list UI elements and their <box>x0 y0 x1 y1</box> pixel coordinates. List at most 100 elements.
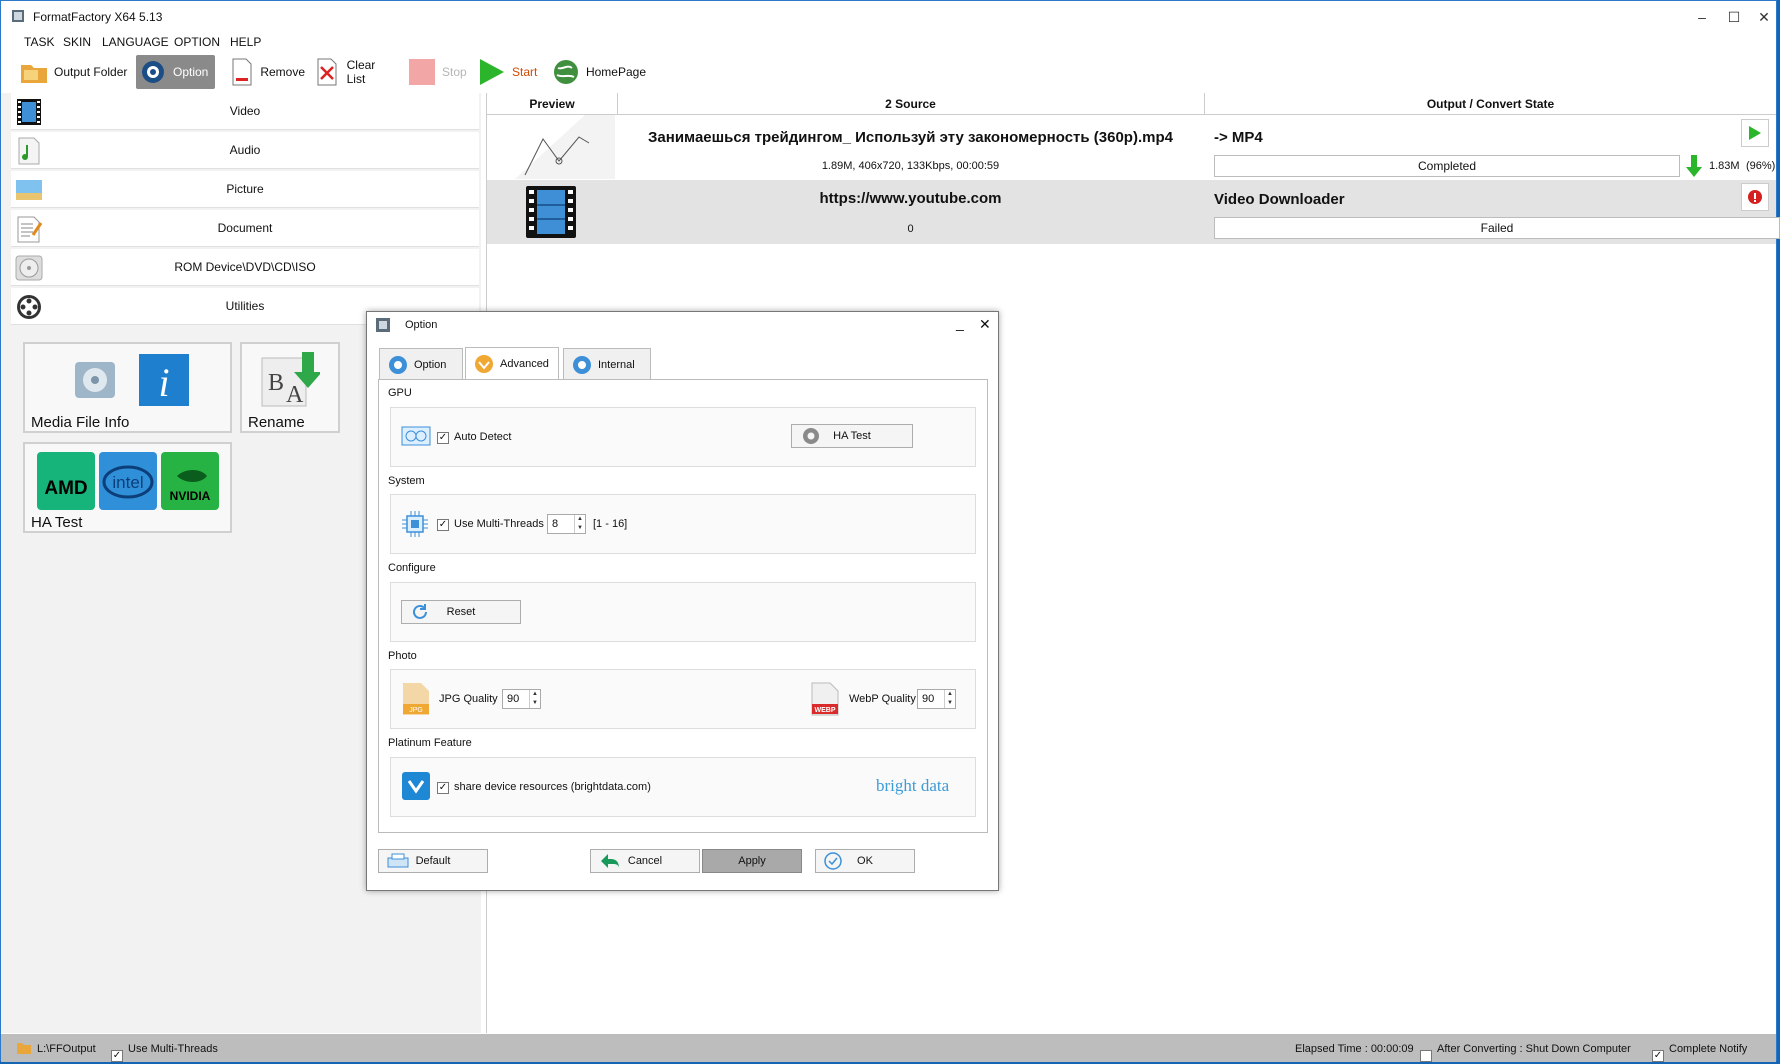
clear-list-icon <box>313 57 342 87</box>
column-output[interactable]: Output / Convert State <box>1204 97 1777 111</box>
ha-test-tool[interactable]: AMD intel NVIDIA HA Test <box>23 442 232 533</box>
menu-task[interactable]: TASK <box>24 35 54 49</box>
error-button[interactable] <box>1741 183 1769 211</box>
webp-quality-stepper[interactable]: 90 ▲ ▼ <box>917 689 956 709</box>
platinum-group: ✓ share device resources (brightdata.com… <box>390 757 976 817</box>
play-icon <box>477 57 507 87</box>
toolbar: Output Folder Option Remove Clear List S… <box>1 53 1776 91</box>
dialog-close-button[interactable]: ✕ <box>979 316 991 333</box>
clear-list-button[interactable]: Clear List <box>313 55 395 89</box>
ok-button[interactable]: OK <box>815 849 915 873</box>
brightdata-icon <box>402 772 430 800</box>
gear-icon <box>389 355 407 374</box>
gear-icon <box>138 57 168 87</box>
multi-threads-checkbox[interactable]: ✓ <box>437 517 449 531</box>
folder-icon <box>17 1043 31 1054</box>
refresh-icon <box>413 604 427 619</box>
amd-logo-icon: AMD <box>37 452 95 510</box>
configure-group: Reset <box>390 582 976 642</box>
table-row[interactable]: Занимаешься трейдингом_ Используй эту за… <box>487 115 1776 179</box>
svg-text:B: B <box>268 370 284 396</box>
error-icon <box>1748 190 1762 204</box>
svg-text:i: i <box>158 360 169 405</box>
threads-stepper[interactable]: 8 ▲ ▼ <box>547 514 586 534</box>
back-arrow-icon <box>601 854 619 868</box>
dialog-title-bar: Option _ ✕ <box>367 312 998 338</box>
gpu-card-icon <box>401 426 431 446</box>
auto-detect-checkbox[interactable]: ✓ <box>437 430 449 444</box>
gpu-group: ✓ Auto Detect HA Test <box>390 407 976 467</box>
reset-button[interactable]: Reset <box>401 600 521 624</box>
category-picture[interactable]: Picture <box>11 171 479 208</box>
menu-bar: TASK SKIN LANGUAGE OPTION HELP <box>1 33 1776 53</box>
option-dialog: Option _ ✕ Option Advanced Internal GPU … <box>366 311 999 891</box>
menu-help[interactable]: HELP <box>230 35 261 49</box>
title-bar: FormatFactory X64 5.13 – ☐ ✕ <box>1 1 1776 33</box>
jpg-quality-stepper[interactable]: 90 ▲ ▼ <box>502 689 541 709</box>
info-icon: i <box>139 354 189 406</box>
film-icon <box>17 99 41 125</box>
cpu-icon <box>402 511 428 537</box>
category-document[interactable]: Document <box>11 210 479 247</box>
stop-button[interactable]: Stop <box>407 55 469 89</box>
svg-text:NVIDIA: NVIDIA <box>170 489 211 503</box>
table-row[interactable]: https://www.youtube.com 0 Video Download… <box>487 180 1780 244</box>
maximize-button[interactable]: ☐ <box>1717 5 1751 29</box>
svg-text:intel: intel <box>112 473 143 492</box>
menu-language[interactable]: LANGUAGE <box>102 35 169 49</box>
output-folder-button[interactable]: Output Folder <box>19 55 131 89</box>
menu-option[interactable]: OPTION <box>174 35 220 49</box>
tab-internal[interactable]: Internal <box>563 348 651 380</box>
column-preview[interactable]: Preview <box>487 97 617 111</box>
disc-icon <box>15 255 43 281</box>
photo-group: JPG JPG Quality 90 ▲ ▼ WEBP WebP Quality … <box>390 669 976 729</box>
tab-option[interactable]: Option <box>379 348 463 380</box>
category-audio[interactable]: Audio <box>11 132 479 169</box>
elapsed-time: Elapsed Time : 00:00:09 <box>1295 1043 1414 1055</box>
gear-icon <box>803 428 819 444</box>
picture-icon <box>16 180 42 200</box>
media-file-info-tool[interactable]: i Media File Info <box>23 342 232 433</box>
dialog-minimize-button[interactable]: _ <box>956 315 964 331</box>
jpg-file-icon: JPG <box>403 683 429 715</box>
svg-text:WEBP: WEBP <box>815 707 836 714</box>
check-circle-icon <box>824 852 842 870</box>
video-thumbnail <box>515 115 615 179</box>
printer-icon <box>387 853 409 868</box>
category-rom-device[interactable]: ROM Device\DVD\CD\ISO <box>11 249 479 286</box>
system-section-label: System <box>388 475 425 487</box>
output-path[interactable]: L:\FFOutput <box>37 1043 96 1055</box>
gear-icon <box>573 355 591 374</box>
apply-button[interactable]: Apply <box>702 849 802 873</box>
globe-icon <box>551 57 581 87</box>
menu-skin[interactable]: SKIN <box>63 35 91 49</box>
download-arrow-icon <box>1686 155 1702 177</box>
minimize-button[interactable]: – <box>1685 5 1719 29</box>
remove-button[interactable]: Remove <box>229 55 305 89</box>
category-video[interactable]: Video <box>11 93 479 130</box>
webp-file-icon: WEBP <box>811 682 839 716</box>
rename-tool[interactable]: BA Rename <box>240 342 340 433</box>
tab-advanced[interactable]: Advanced <box>465 347 559 380</box>
dialog-title: Option <box>405 319 438 331</box>
ha-test-button[interactable]: HA Test <box>791 424 913 448</box>
option-button[interactable]: Option <box>136 55 215 89</box>
gpu-section-label: GPU <box>388 387 412 399</box>
system-group: ✓ Use Multi-Threads 8 ▲ ▼ [1 - 16] <box>390 494 976 554</box>
column-source[interactable]: 2 Source <box>617 97 1204 111</box>
film-icon <box>526 186 576 238</box>
default-button[interactable]: Default <box>378 849 488 873</box>
brightdata-logo: bright data <box>876 776 950 795</box>
close-button[interactable]: ✕ <box>1747 5 1780 29</box>
progress-bar: Failed <box>1214 217 1780 239</box>
advanced-tab-panel: GPU ✓ Auto Detect HA Test System ✓ Use M… <box>378 379 988 833</box>
start-button[interactable]: Start <box>477 55 539 89</box>
share-resources-checkbox[interactable]: ✓ <box>437 780 449 794</box>
svg-text:AMD: AMD <box>44 478 87 499</box>
media-info-icon <box>75 362 115 398</box>
platinum-section-label: Platinum Feature <box>388 737 472 749</box>
homepage-button[interactable]: HomePage <box>551 55 646 89</box>
play-output-button[interactable] <box>1741 119 1769 147</box>
svg-text:A: A <box>286 382 304 408</box>
cancel-button[interactable]: Cancel <box>590 849 700 873</box>
